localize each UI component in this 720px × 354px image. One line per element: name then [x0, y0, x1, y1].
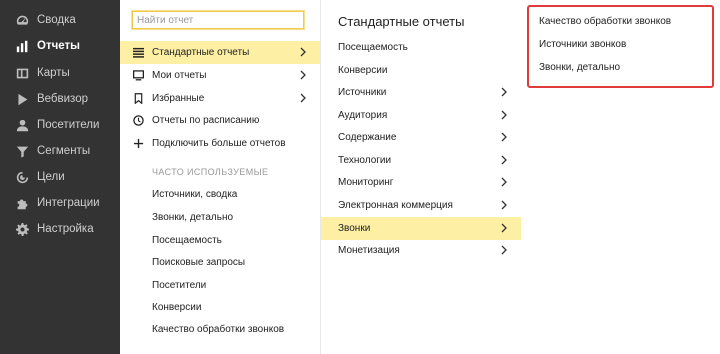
- frequent-item[interactable]: Посещаемость: [152, 235, 222, 246]
- report-item-ecommerce[interactable]: Электронная коммерция: [321, 194, 521, 217]
- reports-menu: Найти отчет Стандартные отчеты Мои отчет…: [120, 0, 321, 354]
- sidebar-item-label: Цели: [37, 171, 65, 183]
- sidebar-item-summary[interactable]: Сводка: [0, 7, 120, 33]
- sidebar-item-label: Отчеты: [37, 40, 80, 52]
- panel-title: Стандартные отчеты: [338, 14, 465, 29]
- menu-item-favorites[interactable]: Избранные: [120, 87, 320, 110]
- report-item-label: Монетизация: [338, 245, 400, 256]
- sidebar-item-label: Интеграции: [37, 197, 100, 209]
- frequent-section-label: ЧАСТО ИСПОЛЬЗУЕМЫЕ: [152, 167, 269, 177]
- menu-item-scheduled-reports[interactable]: Отчеты по расписанию: [120, 109, 320, 132]
- menu-item-my-reports[interactable]: Мои отчеты: [120, 64, 320, 87]
- chevron-right-icon: [499, 244, 509, 256]
- sidebar-item-visitors[interactable]: Посетители: [0, 112, 120, 138]
- chevron-right-icon: [499, 131, 509, 143]
- report-item-traffic[interactable]: Посещаемость: [321, 36, 521, 59]
- calls-submenu: Качество обработки звонков Источники зво…: [527, 5, 714, 88]
- chevron-right-icon: [499, 109, 509, 121]
- frequent-item[interactable]: Конверсии: [152, 302, 201, 313]
- frequent-item[interactable]: Источники, сводка: [152, 189, 237, 200]
- menu-item-label: Стандартные отчеты: [152, 47, 250, 58]
- sidebar-item-label: Сегменты: [37, 145, 91, 157]
- chevron-right-icon: [499, 176, 509, 188]
- standard-reports-panel: Стандартные отчеты Посещаемость Конверси…: [321, 0, 521, 354]
- calls-item-detailed[interactable]: Звонки, детально: [539, 62, 620, 73]
- chevron-right-icon: [499, 154, 509, 166]
- sidebar-item-label: Сводка: [37, 14, 76, 26]
- search-placeholder: Найти отчет: [137, 14, 194, 26]
- target-icon: [15, 170, 29, 184]
- report-item-label: Конверсии: [338, 65, 388, 76]
- sidebar-item-label: Настройка: [37, 223, 94, 235]
- bookmark-icon: [132, 93, 144, 105]
- chevron-right-icon: [298, 46, 308, 58]
- play-icon: [15, 92, 29, 106]
- report-item-label: Аудитория: [338, 110, 388, 121]
- gauge-icon: [15, 13, 29, 27]
- sidebar-item-label: Карты: [37, 67, 70, 79]
- list-icon: [132, 47, 144, 59]
- report-item-calls[interactable]: Звонки: [321, 217, 521, 240]
- report-item-content[interactable]: Содержание: [321, 126, 521, 149]
- menu-item-label: Избранные: [152, 93, 205, 104]
- report-item-label: Источники: [338, 87, 387, 98]
- clock-icon: [132, 115, 144, 127]
- report-item-audience[interactable]: Аудитория: [321, 104, 521, 127]
- report-item-label: Технологии: [338, 155, 392, 166]
- report-item-monitoring[interactable]: Мониторинг: [321, 171, 521, 194]
- chevron-right-icon: [499, 199, 509, 211]
- sidebar-item-integrations[interactable]: Интеграции: [0, 190, 120, 216]
- sidebar-item-goals[interactable]: Цели: [0, 164, 120, 190]
- calls-item-sources[interactable]: Источники звонков: [539, 39, 626, 50]
- report-item-label: Звонки: [338, 223, 371, 234]
- sidebar-item-webvisor[interactable]: Вебвизор: [0, 86, 120, 112]
- frequent-item[interactable]: Качество обработки звонков: [152, 324, 284, 335]
- report-item-label: Мониторинг: [338, 177, 394, 188]
- chevron-right-icon: [499, 222, 509, 234]
- report-item-label: Посещаемость: [338, 42, 408, 53]
- map-icon: [15, 66, 29, 80]
- sidebar-item-label: Вебвизор: [37, 93, 88, 105]
- report-item-monetization[interactable]: Монетизация: [321, 239, 521, 262]
- bar-chart-icon: [15, 39, 29, 53]
- user-icon: [15, 118, 29, 132]
- report-item-label: Содержание: [338, 132, 397, 143]
- sidebar-item-settings[interactable]: Настройка: [0, 216, 120, 242]
- puzzle-icon: [15, 196, 29, 210]
- report-item-technologies[interactable]: Технологии: [321, 149, 521, 172]
- chevron-right-icon: [499, 86, 509, 98]
- frequent-item[interactable]: Поисковые запросы: [152, 257, 245, 268]
- report-item-conversions[interactable]: Конверсии: [321, 59, 521, 82]
- sidebar-item-segments[interactable]: Сегменты: [0, 138, 120, 164]
- calls-item-quality[interactable]: Качество обработки звонков: [539, 16, 671, 27]
- report-item-sources[interactable]: Источники: [321, 81, 521, 104]
- report-item-label: Электронная коммерция: [338, 200, 453, 211]
- menu-item-standard-reports[interactable]: Стандартные отчеты: [120, 41, 320, 64]
- menu-item-label: Мои отчеты: [152, 70, 207, 81]
- monitor-icon: [132, 70, 144, 82]
- frequent-item[interactable]: Звонки, детально: [152, 212, 233, 223]
- sidebar-item-label: Посетители: [37, 119, 100, 131]
- filter-icon: [15, 144, 29, 158]
- plus-icon: [132, 138, 144, 150]
- menu-item-label: Подключить больше отчетов: [152, 138, 286, 149]
- search-input[interactable]: Найти отчет: [132, 11, 304, 29]
- sidebar-item-maps[interactable]: Карты: [0, 60, 120, 86]
- frequent-item[interactable]: Посетители: [152, 280, 206, 291]
- chevron-right-icon: [298, 92, 308, 104]
- sidebar: Сводка Отчеты Карты Вебвизор Посетители …: [0, 0, 120, 354]
- gear-icon: [15, 222, 29, 236]
- menu-item-label: Отчеты по расписанию: [152, 115, 260, 126]
- sidebar-item-reports[interactable]: Отчеты: [0, 33, 120, 59]
- menu-item-connect-more[interactable]: Подключить больше отчетов: [120, 132, 320, 155]
- chevron-right-icon: [298, 69, 308, 81]
